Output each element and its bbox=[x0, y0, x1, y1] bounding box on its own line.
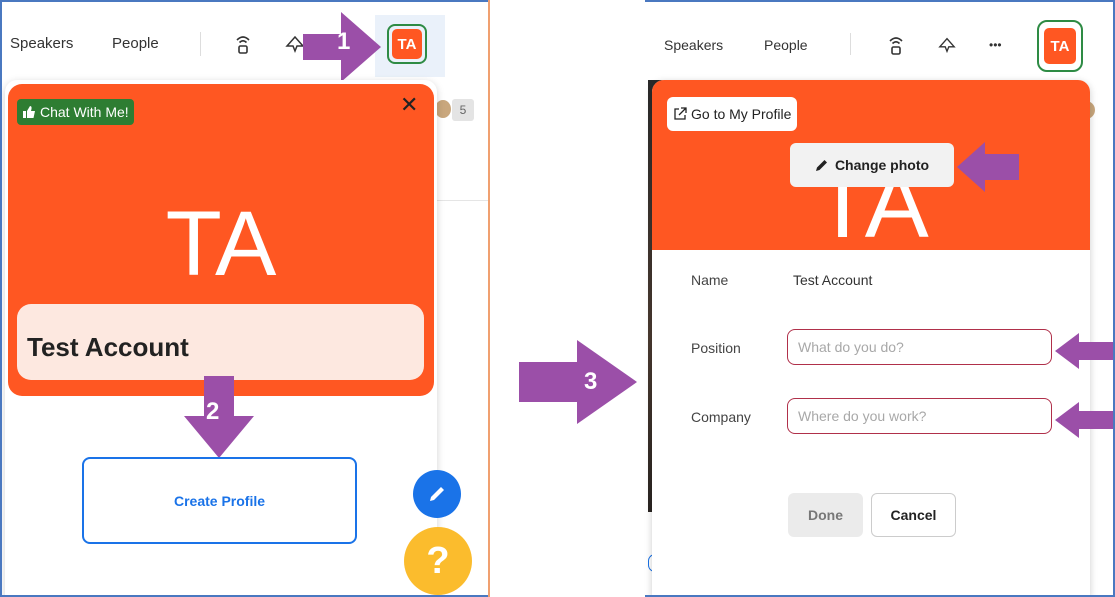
done-button[interactable]: Done bbox=[788, 493, 863, 537]
change-photo-label: Change photo bbox=[834, 157, 930, 173]
name-box: Test Account bbox=[17, 304, 424, 380]
user-avatar-initials: TA bbox=[392, 29, 422, 59]
callout-number-1: 1 bbox=[337, 28, 351, 55]
right-panel: Speakers People ••• TA TA Go to My Profi… bbox=[645, 0, 1115, 597]
account-name: Test Account bbox=[27, 332, 189, 362]
external-link-icon bbox=[674, 107, 687, 120]
callout-arrow-position bbox=[1055, 333, 1115, 369]
card-initials: TA bbox=[165, 193, 277, 295]
right-nav-divider bbox=[850, 33, 851, 55]
background-content-strip bbox=[430, 78, 488, 201]
company-input[interactable] bbox=[787, 398, 1052, 434]
close-icon[interactable]: ✕ bbox=[400, 92, 418, 118]
nav-people[interactable]: People bbox=[112, 35, 159, 52]
callout-number-3: 3 bbox=[584, 368, 598, 395]
cancel-button[interactable]: Cancel bbox=[871, 493, 956, 537]
right-user-avatar-button[interactable]: TA bbox=[1037, 20, 1083, 72]
chat-badge-label: Chat With Me! bbox=[40, 104, 129, 120]
chat-with-me-badge[interactable]: Chat With Me! bbox=[17, 99, 134, 125]
create-profile-button[interactable]: Create Profile bbox=[82, 457, 357, 544]
right-nav-speakers[interactable]: Speakers bbox=[664, 37, 723, 53]
more-icon[interactable]: ••• bbox=[989, 38, 1002, 52]
thumbs-up-icon bbox=[23, 106, 35, 118]
callout-arrow-3 bbox=[519, 340, 637, 424]
done-label: Done bbox=[808, 507, 843, 523]
callout-arrow-change-photo bbox=[957, 142, 1019, 192]
callout-number-2: 2 bbox=[206, 398, 220, 425]
position-label: Position bbox=[691, 340, 741, 356]
help-button[interactable]: ? bbox=[404, 527, 472, 595]
rocket-icon[interactable] bbox=[285, 34, 305, 54]
go-to-profile-button[interactable]: Go to My Profile bbox=[667, 97, 798, 131]
create-profile-label: Create Profile bbox=[173, 492, 266, 509]
pencil-icon bbox=[430, 487, 444, 501]
help-question-icon: ? bbox=[426, 539, 450, 582]
edit-profile-modal: TA Go to My Profile Change photo Name Te… bbox=[652, 80, 1090, 597]
right-rocket-icon[interactable] bbox=[938, 36, 956, 54]
company-label: Company bbox=[691, 409, 751, 425]
nav-divider bbox=[200, 32, 201, 56]
left-panel: Speakers People TA 1 5 Chat With Me! ✕ T… bbox=[0, 0, 490, 597]
broadcast-icon[interactable] bbox=[233, 33, 253, 55]
right-broadcast-icon[interactable] bbox=[886, 34, 906, 56]
user-avatar-button[interactable]: TA bbox=[387, 24, 427, 64]
cancel-label: Cancel bbox=[890, 507, 937, 523]
modal-header: TA Go to My Profile Change photo bbox=[652, 80, 1090, 258]
mini-avatar bbox=[435, 100, 451, 118]
name-value: Test Account bbox=[793, 272, 873, 288]
right-user-avatar-initials: TA bbox=[1044, 28, 1076, 64]
position-input[interactable] bbox=[787, 329, 1052, 365]
callout-arrow-company bbox=[1055, 402, 1115, 438]
pencil-icon bbox=[815, 160, 827, 171]
name-label: Name bbox=[691, 272, 729, 288]
profile-card-header: Chat With Me! ✕ TA Test Account bbox=[8, 84, 434, 396]
edit-fab[interactable] bbox=[413, 470, 461, 518]
go-to-profile-label: Go to My Profile bbox=[691, 106, 792, 122]
count-badge: 5 bbox=[452, 99, 474, 121]
nav-speakers[interactable]: Speakers bbox=[10, 35, 73, 52]
right-nav-people[interactable]: People bbox=[764, 37, 808, 53]
change-photo-button[interactable]: Change photo bbox=[790, 143, 954, 187]
